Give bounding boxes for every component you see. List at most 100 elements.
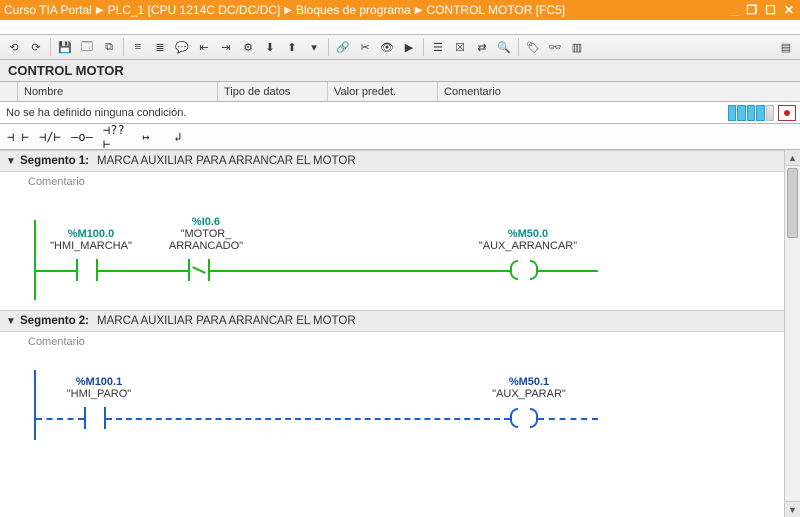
- tool-block-settings[interactable]: ⚙: [238, 37, 258, 57]
- col-datatype[interactable]: Tipo de datos: [218, 82, 328, 101]
- tool-search[interactable]: 🔍: [494, 37, 514, 57]
- chevron-down-icon[interactable]: ▼: [2, 156, 20, 167]
- col-default[interactable]: Valor predet.: [328, 82, 438, 101]
- tool-nav-prev[interactable]: ⟲: [4, 37, 24, 57]
- wire: [98, 270, 188, 272]
- chevron-down-icon[interactable]: ▼: [2, 316, 20, 327]
- palette-box[interactable]: ⊣??⊢: [102, 127, 126, 147]
- tool-indent-out[interactable]: ⇤: [194, 37, 214, 57]
- palette-branch-close[interactable]: ↲: [166, 127, 190, 147]
- minimize-button[interactable]: _: [730, 3, 741, 17]
- block-title-text: CONTROL MOTOR: [8, 63, 124, 78]
- block-title: CONTROL MOTOR: [0, 60, 800, 82]
- palette-branch-open[interactable]: ↦: [134, 127, 158, 147]
- col-name[interactable]: Nombre: [18, 82, 218, 101]
- wire: [106, 418, 510, 420]
- tool-comment[interactable]: 💬: [172, 37, 192, 57]
- palette-coil[interactable]: –o–: [70, 127, 94, 147]
- editor-canvas[interactable]: ▼ Segmento 1: MARCA AUXILIAR PARA ARRANC…: [0, 150, 784, 517]
- segment-header[interactable]: ▼ Segmento 2: MARCA AUXILIAR PARA ARRANC…: [0, 310, 784, 332]
- segment: ▼ Segmento 2: MARCA AUXILIAR PARA ARRANC…: [0, 310, 784, 450]
- scroll-down-icon[interactable]: ▼: [785, 501, 800, 517]
- tag-label[interactable]: %I0.6 "MOTOR_ ARRANCADO": [156, 216, 256, 252]
- network-editor: ▼ Segmento 1: MARCA AUXILIAR PARA ARRANC…: [0, 150, 800, 517]
- tool-go-offline[interactable]: ✂: [355, 37, 375, 57]
- tool-align-right[interactable]: ≣: [150, 37, 170, 57]
- tool-glasses-icon[interactable]: 👓: [545, 37, 565, 57]
- coil[interactable]: [510, 259, 538, 281]
- tool-print[interactable]: 🗔: [77, 37, 97, 57]
- wire: [36, 270, 76, 272]
- scroll-up-icon[interactable]: ▲: [785, 150, 800, 166]
- power-rail: [34, 370, 36, 440]
- segment-desc: MARCA AUXILIAR PARA ARRANCAR EL MOTOR: [97, 315, 356, 327]
- tool-copy[interactable]: ⧉: [99, 37, 119, 57]
- breadcrumb-item: Curso TIA Portal: [4, 3, 92, 17]
- col-comment[interactable]: Comentario: [438, 82, 800, 101]
- separator: [123, 38, 124, 56]
- tool-download[interactable]: ⬇: [260, 37, 280, 57]
- contact-no[interactable]: [76, 259, 98, 281]
- tag-label[interactable]: %M100.0 "HMI_MARCHA": [46, 228, 136, 252]
- segment-label: Segmento 1:: [20, 155, 89, 167]
- breadcrumb-item: Bloques de programa: [296, 3, 411, 17]
- palette-no-contact[interactable]: ⊣ ⊢: [6, 127, 30, 147]
- tool-indent-in[interactable]: ⇥: [216, 37, 236, 57]
- title-bar: Curso TIA Portal ▶ PLC_1 [CPU 1214C DC/D…: [0, 0, 800, 20]
- segment-comment[interactable]: Comentario: [0, 332, 784, 350]
- segment-header[interactable]: ▼ Segmento 1: MARCA AUXILIAR PARA ARRANC…: [0, 150, 784, 172]
- wire: [210, 270, 510, 272]
- tool-insert-network[interactable]: ☰: [428, 37, 448, 57]
- tag-label[interactable]: %M50.0 "AUX_ARRANCAR": [468, 228, 588, 252]
- tool-crossref[interactable]: ⇄: [472, 37, 492, 57]
- header-gutter: [0, 82, 18, 101]
- scroll-track[interactable]: [785, 166, 800, 501]
- tool-nav-next[interactable]: ⟳: [26, 37, 46, 57]
- wire: [36, 418, 84, 420]
- tool-upload[interactable]: ⬆: [282, 37, 302, 57]
- tool-tags[interactable]: 🏷: [523, 37, 543, 57]
- tool-save[interactable]: 💾: [55, 37, 75, 57]
- scroll-thumb[interactable]: [787, 168, 798, 238]
- close-button[interactable]: ✕: [782, 3, 796, 17]
- tool-align-left[interactable]: ≡: [128, 37, 148, 57]
- breadcrumb: Curso TIA Portal ▶ PLC_1 [CPU 1214C DC/D…: [4, 3, 730, 17]
- segment-comment[interactable]: Comentario: [0, 172, 784, 190]
- vertical-scrollbar[interactable]: ▲ ▼: [784, 150, 800, 517]
- breadcrumb-item: CONTROL MOTOR [FC5]: [426, 3, 565, 17]
- chevron-right-icon: ▶: [96, 5, 104, 16]
- maximize-button[interactable]: ☐: [763, 3, 778, 17]
- segment-label: Segmento 2:: [20, 315, 89, 327]
- tool-monitor[interactable]: 👁: [377, 37, 397, 57]
- power-rail: [34, 220, 36, 300]
- separator: [328, 38, 329, 56]
- lad-palette: ⊣ ⊢ ⊣/⊢ –o– ⊣??⊢ ↦ ↲: [0, 124, 800, 150]
- condition-text: No se ha definido ninguna condición.: [6, 107, 728, 119]
- separator: [423, 38, 424, 56]
- segment-desc: MARCA AUXILIAR PARA ARRANCAR EL MOTOR: [97, 155, 356, 167]
- breadcrumb-item: PLC_1 [CPU 1214C DC/DC/DC]: [108, 3, 281, 17]
- ladder-network[interactable]: %M100.0 "HMI_MARCHA" %I0.6 "MOTOR_ ARRAN…: [28, 190, 776, 310]
- wire: [538, 418, 598, 420]
- tool-delete-network[interactable]: ☒: [450, 37, 470, 57]
- palette-nc-contact[interactable]: ⊣/⊢: [38, 127, 62, 147]
- tool-filter[interactable]: ▥: [567, 37, 587, 57]
- restore-button[interactable]: ❐: [744, 3, 759, 17]
- signal-meter-icon: [728, 105, 774, 121]
- interface-header-row: Nombre Tipo de datos Valor predet. Comen…: [0, 82, 800, 102]
- wire: [538, 270, 598, 272]
- monitor-toggle[interactable]: [778, 105, 796, 121]
- coil[interactable]: [510, 407, 538, 429]
- tag-label[interactable]: %M50.1 "AUX_PARAR": [474, 376, 584, 400]
- tool-split-view[interactable]: ▤: [776, 37, 796, 57]
- separator: [518, 38, 519, 56]
- contact-no[interactable]: [84, 407, 106, 429]
- tool-go-online[interactable]: 🔗: [333, 37, 353, 57]
- tool-more[interactable]: ▾: [304, 37, 324, 57]
- contact-nc[interactable]: [188, 259, 210, 281]
- chevron-right-icon: ▶: [415, 5, 423, 16]
- tool-compile[interactable]: ▶: [399, 37, 419, 57]
- ladder-network[interactable]: %M100.1 "HMI_PARO" %M50.1 "AUX_PARAR": [28, 350, 776, 450]
- tag-label[interactable]: %M100.1 "HMI_PARO": [54, 376, 144, 400]
- condition-bar: No se ha definido ninguna condición.: [0, 102, 800, 124]
